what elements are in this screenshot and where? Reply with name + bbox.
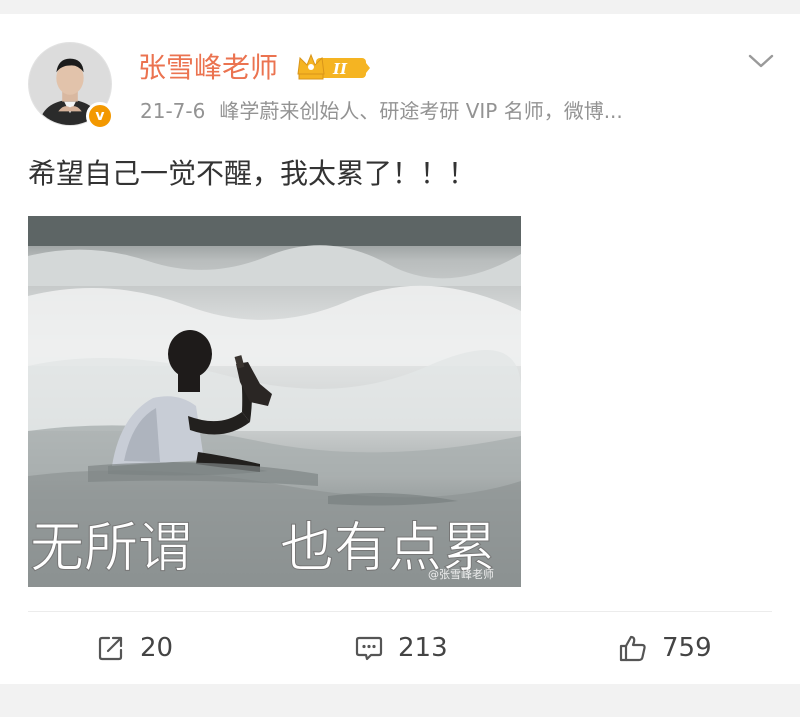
thumbs-up-icon [619, 635, 646, 662]
divider [28, 611, 772, 612]
comment-icon [355, 636, 383, 661]
post-date[interactable]: 21-7-6 [140, 99, 205, 123]
more-options-button[interactable] [746, 50, 776, 72]
image-watermark: @张雪峰老师 [428, 568, 494, 581]
verified-mark: v [95, 108, 105, 124]
comment-button[interactable]: 213 [354, 630, 448, 666]
user-bio: 峰学蔚来创始人、研途考研 VIP 名师，微博... [219, 99, 623, 123]
vip-badge[interactable]: II [296, 52, 372, 82]
share-icon [98, 636, 123, 661]
like-button[interactable]: 759 [618, 630, 712, 666]
weibo-post-card: v 张雪峰老师 II 21-7-6 峰学蔚来创始人、研途考研 VIP 名师，微博.… [0, 14, 800, 684]
post-meta: 21-7-6 峰学蔚来创始人、研途考研 VIP 名师，微博... [140, 96, 700, 126]
post-text: 希望自己一觉不醒，我太累了！！！ [28, 157, 477, 190]
repost-button[interactable]: 20 [96, 630, 173, 666]
comment-count: 213 [398, 633, 448, 663]
username[interactable]: 张雪峰老师 [138, 50, 278, 86]
meme-caption-left: 无所谓 [30, 516, 192, 579]
verified-badge: v [86, 102, 114, 130]
repost-count: 20 [140, 633, 174, 663]
meme-image: 无所谓 也有点累 @张雪峰老师 [28, 216, 521, 587]
vip-level: II [332, 60, 348, 78]
post-image[interactable]: 无所谓 也有点累 @张雪峰老师 [28, 216, 521, 587]
like-count: 759 [662, 633, 712, 663]
crown-icon: II [297, 53, 370, 80]
chevron-down-icon [748, 54, 774, 68]
